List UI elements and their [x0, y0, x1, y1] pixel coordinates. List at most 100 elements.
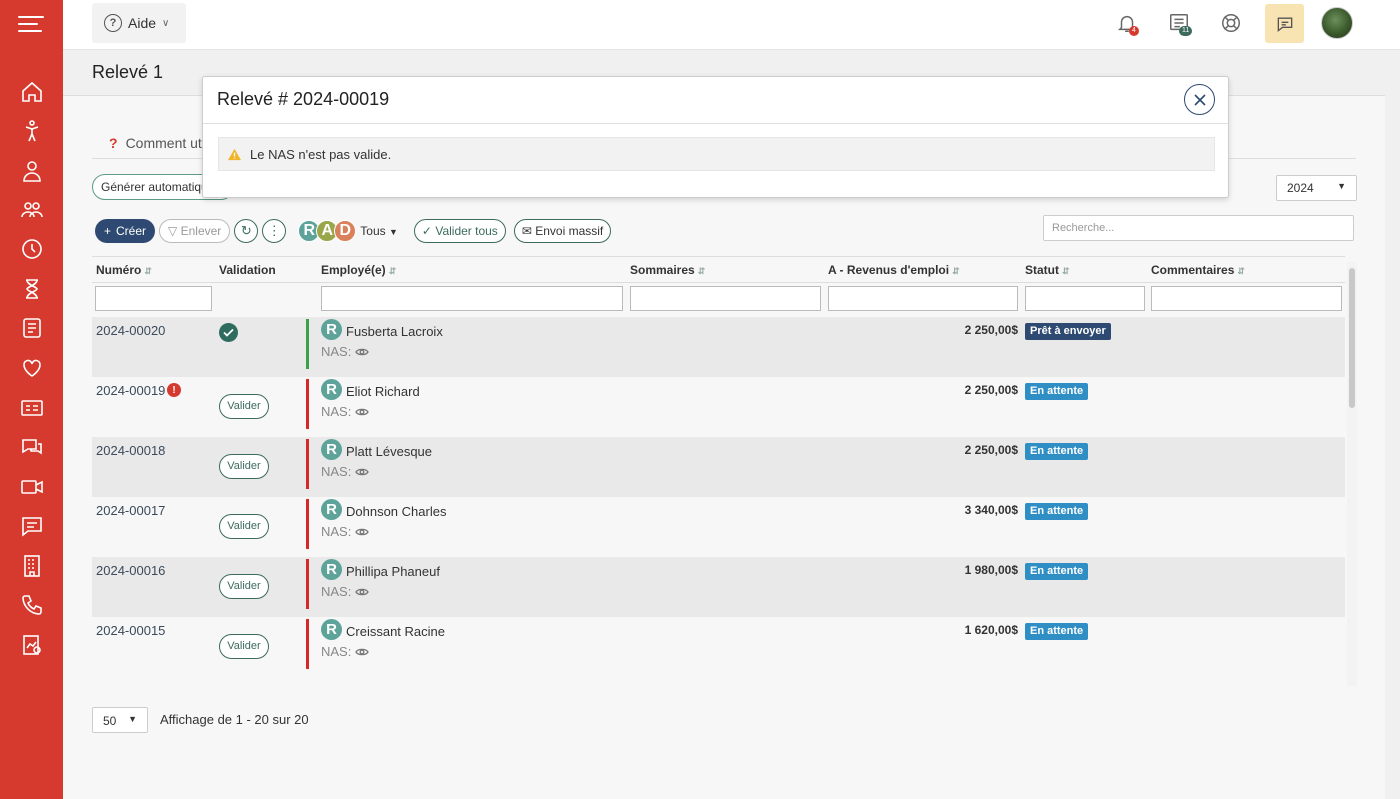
validation-status-bar: [306, 499, 309, 549]
employee-name[interactable]: Phillipa Phaneuf: [346, 564, 440, 579]
id-card-icon[interactable]: [20, 396, 44, 420]
validate-button[interactable]: Valider: [219, 574, 269, 599]
eye-icon[interactable]: [355, 527, 370, 537]
plus-icon: +: [104, 224, 112, 238]
calendar-list-icon[interactable]: 11: [1168, 12, 1193, 36]
video-icon[interactable]: [20, 475, 44, 499]
howto-link[interactable]: ? Comment util: [109, 135, 208, 151]
menu-icon[interactable]: [18, 16, 44, 36]
chevron-down-icon: ∨: [162, 17, 170, 29]
table-row[interactable]: 2024-00016 Valider R Phillipa Phaneuf NAS: 1 …: [92, 557, 1345, 617]
hourglass-icon[interactable]: [20, 277, 44, 301]
eye-icon[interactable]: [355, 347, 370, 357]
more-options-button[interactable]: ⋮: [262, 219, 287, 243]
row-numero[interactable]: 2024-00020: [96, 323, 165, 338]
help-label: Aide: [128, 15, 157, 31]
col-statut[interactable]: Statut ⇵: [1025, 263, 1070, 277]
year-select[interactable]: 2024 ▼: [1276, 175, 1357, 201]
row-numero[interactable]: 2024-00019: [96, 383, 165, 398]
row-numero[interactable]: 2024-00018: [96, 443, 165, 458]
vertical-dots-icon: ⋮: [267, 223, 281, 238]
table-scrollbar[interactable]: [1347, 262, 1357, 686]
team-icon[interactable]: [20, 198, 44, 222]
rad-d-badge[interactable]: D: [334, 220, 357, 242]
scrollbar-thumb[interactable]: [1349, 268, 1355, 408]
table-row[interactable]: 2024-00018 Valider R Platt Lévesque NAS: 2 25…: [92, 437, 1345, 497]
validate-button[interactable]: Valider: [219, 394, 269, 419]
status-filter-dropdown[interactable]: Tous ▼: [360, 224, 398, 238]
building-icon[interactable]: [20, 554, 44, 578]
check-circle-icon: ✓: [421, 224, 432, 238]
mass-send-button[interactable]: ✉ Envoi massif: [513, 219, 612, 243]
bell-icon[interactable]: 4: [1116, 12, 1140, 36]
employee-name[interactable]: Fusberta Lacroix: [346, 324, 443, 339]
row-numero[interactable]: 2024-00017: [96, 503, 165, 518]
revenue-amount: 2 250,00$: [964, 383, 1018, 397]
create-label: Créer: [116, 224, 147, 238]
validate-button[interactable]: Valider: [219, 454, 269, 479]
sidebar: [0, 0, 63, 799]
modal-divider: [203, 123, 1228, 124]
search-input[interactable]: Recherche...: [1043, 215, 1354, 241]
page-scrollbar[interactable]: [1385, 50, 1400, 799]
filter-sommaires-input[interactable]: [630, 286, 821, 311]
row-numero[interactable]: 2024-00016: [96, 563, 165, 578]
checklist-icon[interactable]: [20, 316, 44, 340]
message-icon[interactable]: [20, 514, 44, 538]
refresh-button[interactable]: ↻: [234, 219, 259, 243]
table-row[interactable]: 2024-00020 R Fusberta Lacroix NAS: 2 250,00$…: [92, 317, 1345, 377]
employee-name[interactable]: Eliot Richard: [346, 384, 420, 399]
col-numero[interactable]: Numéro ⇵: [96, 263, 152, 277]
validate-button[interactable]: Valider: [219, 514, 269, 539]
filter-revenus-input[interactable]: [828, 286, 1018, 311]
validate-button[interactable]: Valider: [219, 634, 269, 659]
eye-icon[interactable]: [355, 407, 370, 417]
status-badge: En attente: [1025, 503, 1089, 520]
rad-filter[interactable]: R A D: [298, 220, 357, 242]
employee-name[interactable]: Creissant Racine: [346, 624, 445, 639]
col-employe[interactable]: Employé(e) ⇵: [321, 263, 396, 277]
nas-field: NAS:: [321, 404, 370, 419]
validate-all-button[interactable]: ✓ Valider tous: [413, 219, 506, 243]
phone-icon[interactable]: [20, 593, 44, 617]
table-row[interactable]: 2024-00017 Valider R Dohnson Charles NAS: 3 3…: [92, 497, 1345, 557]
eye-icon[interactable]: [355, 467, 370, 477]
help-button[interactable]: ? Aide ∨: [92, 3, 186, 43]
home-icon[interactable]: [20, 80, 44, 104]
remove-button[interactable]: ▽ Enlever: [159, 219, 231, 243]
mass-send-label: Envoi massif: [535, 224, 604, 238]
avatar[interactable]: [1321, 7, 1353, 39]
report-icon[interactable]: [20, 633, 44, 657]
filter-employe-input[interactable]: [321, 286, 623, 311]
page-size-select[interactable]: 50 ▼: [92, 707, 148, 733]
chat-bubbles-icon[interactable]: [20, 435, 44, 459]
person-standing-icon[interactable]: [20, 119, 44, 143]
filter-commentaires-input[interactable]: [1151, 286, 1342, 311]
table-row[interactable]: 2024-00015 Valider R Creissant Racine NAS: 1 …: [92, 617, 1345, 677]
nas-label: NAS:: [321, 404, 352, 419]
caret-down-icon: ▼: [389, 227, 398, 237]
row-numero[interactable]: 2024-00015: [96, 623, 165, 638]
validation-status-bar: [306, 559, 309, 609]
filter-statut-input[interactable]: [1025, 286, 1145, 311]
employee-name[interactable]: Platt Lévesque: [346, 444, 432, 459]
col-revenus[interactable]: A - Revenus d'emploi ⇵: [828, 263, 960, 277]
chat-button[interactable]: [1265, 4, 1304, 43]
heart-icon[interactable]: [20, 356, 44, 380]
page-title: Relevé 1: [92, 62, 164, 82]
employee-icon[interactable]: [20, 159, 44, 183]
remove-label: Enlever: [180, 224, 222, 238]
r-badge: R: [321, 319, 342, 340]
col-commentaires[interactable]: Commentaires ⇵: [1151, 263, 1245, 277]
lifebuoy-icon[interactable]: [1220, 12, 1244, 36]
filter-numero-input[interactable]: [95, 286, 212, 311]
r-badge: R: [321, 499, 342, 520]
close-button[interactable]: [1184, 84, 1215, 115]
clock-icon[interactable]: [20, 237, 44, 261]
create-button[interactable]: + Créer: [95, 219, 156, 243]
table-row[interactable]: 2024-00019! Valider R Eliot Richard NAS: 2 25…: [92, 377, 1345, 437]
eye-icon[interactable]: [355, 647, 370, 657]
col-sommaires[interactable]: Sommaires ⇵: [630, 263, 705, 277]
employee-name[interactable]: Dohnson Charles: [346, 504, 446, 519]
eye-icon[interactable]: [355, 587, 370, 597]
